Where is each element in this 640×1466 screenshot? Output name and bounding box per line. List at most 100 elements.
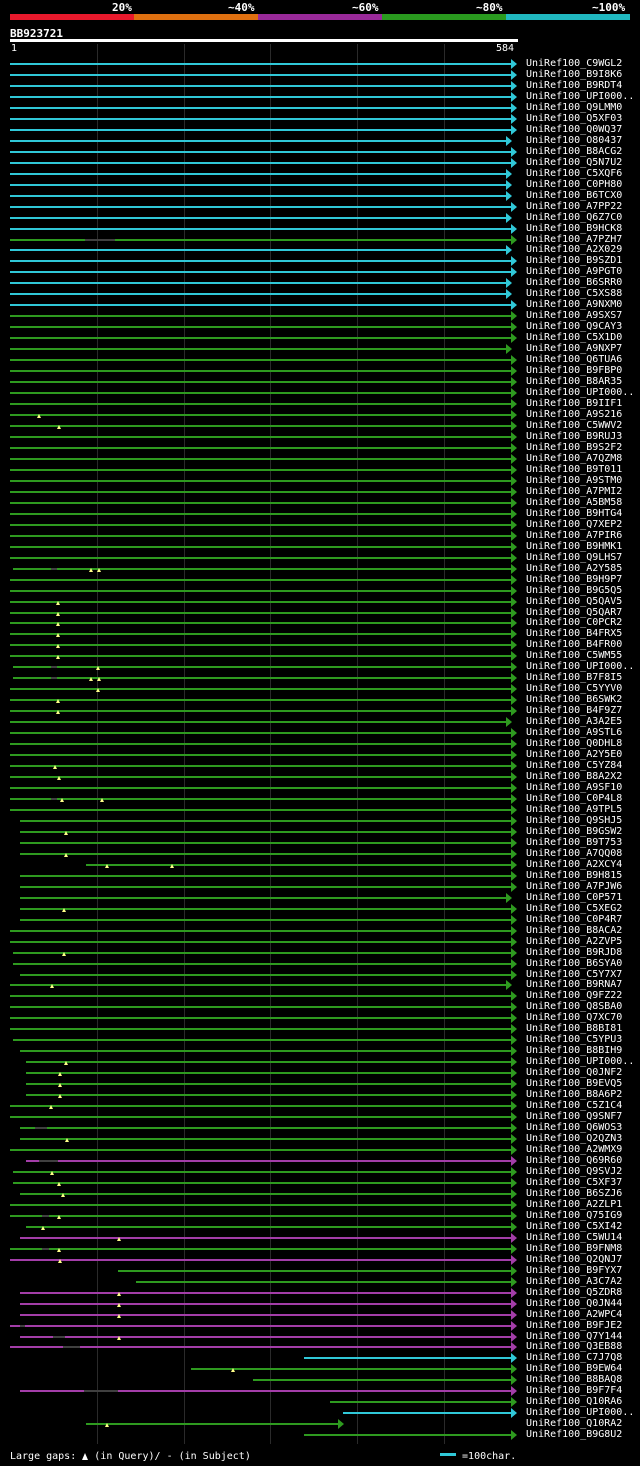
hit-label[interactable]: UniRef100_UPI000..: [526, 91, 634, 102]
hit-bar[interactable]: [10, 546, 512, 548]
hit-label[interactable]: UniRef100_A7PIR6: [526, 530, 622, 541]
hit-bar[interactable]: [10, 315, 512, 317]
hit-bar[interactable]: [343, 1412, 512, 1414]
hit-bar[interactable]: [10, 688, 512, 690]
hit-bar[interactable]: [10, 293, 507, 295]
hit-label[interactable]: UniRef100_C5Z1C4: [526, 1100, 622, 1111]
hit-label[interactable]: UniRef100_B8AR35: [526, 376, 622, 387]
hit-label[interactable]: UniRef100_B9RUJ3: [526, 431, 622, 442]
hit-label[interactable]: UniRef100_B9RJD8: [526, 947, 622, 958]
hit-label[interactable]: UniRef100_A2Y585: [526, 563, 622, 574]
hit-label[interactable]: UniRef100_B4FR00: [526, 639, 622, 650]
hit-label[interactable]: UniRef100_C5XF37: [526, 1177, 622, 1188]
hit-label[interactable]: UniRef100_B9G8U2: [526, 1429, 622, 1440]
hit-label[interactable]: UniRef100_B9F7F4: [526, 1385, 622, 1396]
hit-label[interactable]: UniRef100_B6SRR0: [526, 277, 622, 288]
hit-bar[interactable]: [10, 249, 507, 251]
hit-label[interactable]: UniRef100_B9EVQ5: [526, 1078, 622, 1089]
hit-label[interactable]: UniRef100_Q9LHS7: [526, 552, 622, 563]
hit-bar[interactable]: [10, 118, 512, 120]
hit-label[interactable]: UniRef100_Q5ZDR8: [526, 1287, 622, 1298]
hit-bar[interactable]: [10, 96, 512, 98]
hit-bar[interactable]: [12, 952, 512, 954]
hit-bar[interactable]: [20, 1127, 512, 1129]
hit-label[interactable]: UniRef100_B9HTG4: [526, 508, 622, 519]
hit-label[interactable]: UniRef100_C5X1D0: [526, 332, 622, 343]
hit-label[interactable]: UniRef100_B9S2F2: [526, 442, 622, 453]
hit-bar[interactable]: [10, 809, 512, 811]
hit-label[interactable]: UniRef100_C0PH80: [526, 179, 622, 190]
hit-label[interactable]: UniRef100_Q8SBA0: [526, 1001, 622, 1012]
hit-bar[interactable]: [10, 469, 512, 471]
hit-bar[interactable]: [10, 458, 512, 460]
hit-label[interactable]: UniRef100_B8BI81: [526, 1023, 622, 1034]
hit-bar[interactable]: [10, 601, 512, 603]
hit-label[interactable]: UniRef100_B6TCX0: [526, 190, 622, 201]
hit-bar[interactable]: [10, 129, 512, 131]
hit-label[interactable]: UniRef100_C0P4L8: [526, 793, 622, 804]
hit-label[interactable]: UniRef100_A9NXP7: [526, 343, 622, 354]
hit-label[interactable]: UniRef100_B8A6P2: [526, 1089, 622, 1100]
hit-bar[interactable]: [118, 1270, 512, 1272]
hit-bar[interactable]: [10, 622, 512, 624]
hit-label[interactable]: UniRef100_Q5N7U2: [526, 157, 622, 168]
hit-bar[interactable]: [10, 787, 512, 789]
hit-bar[interactable]: [10, 337, 512, 339]
hit-label[interactable]: UniRef100_O80437: [526, 135, 622, 146]
hit-label[interactable]: UniRef100_Q6Z7C0: [526, 212, 622, 223]
hit-label[interactable]: UniRef100_A3A2E5: [526, 716, 622, 727]
hit-bar[interactable]: [12, 666, 512, 668]
hit-label[interactable]: UniRef100_B9FYX7: [526, 1265, 622, 1276]
hit-bar[interactable]: [10, 271, 512, 273]
hit-bar[interactable]: [86, 1423, 340, 1425]
hit-label[interactable]: UniRef100_B9I8K6: [526, 69, 622, 80]
hit-label[interactable]: UniRef100_Q6TUA6: [526, 354, 622, 365]
hit-bar[interactable]: [10, 984, 507, 986]
hit-label[interactable]: UniRef100_B9H815: [526, 870, 622, 881]
hit-bar[interactable]: [10, 425, 512, 427]
hit-label[interactable]: UniRef100_Q0JN44: [526, 1298, 622, 1309]
hit-bar[interactable]: [10, 557, 512, 559]
hit-label[interactable]: UniRef100_Q9SVJ2: [526, 1166, 622, 1177]
hit-label[interactable]: UniRef100_C5WWV2: [526, 420, 622, 431]
hit-bar[interactable]: [10, 260, 512, 262]
hit-bar[interactable]: [10, 140, 507, 142]
hit-label[interactable]: UniRef100_B9FJE2: [526, 1320, 622, 1331]
hit-bar[interactable]: [10, 1215, 512, 1217]
hit-bar[interactable]: [10, 644, 512, 646]
hit-label[interactable]: UniRef100_B6SWK2: [526, 694, 622, 705]
hit-bar[interactable]: [10, 480, 512, 482]
hit-label[interactable]: UniRef100_C9WGL2: [526, 58, 622, 69]
hit-bar[interactable]: [10, 930, 512, 932]
hit-label[interactable]: UniRef100_Q7XEP2: [526, 519, 622, 530]
hit-label[interactable]: UniRef100_A9STM0: [526, 475, 622, 486]
hit-label[interactable]: UniRef100_A2X029: [526, 244, 622, 255]
hit-label[interactable]: UniRef100_B9RDT4: [526, 80, 622, 91]
hit-label[interactable]: UniRef100_Q10RA6: [526, 1396, 622, 1407]
hit-label[interactable]: UniRef100_Q6WOS3: [526, 1122, 622, 1133]
hit-bar[interactable]: [10, 217, 507, 219]
hit-label[interactable]: UniRef100_A7PMI2: [526, 486, 622, 497]
hit-bar[interactable]: [10, 491, 512, 493]
hit-bar[interactable]: [20, 875, 512, 877]
hit-label[interactable]: UniRef100_B8A2X2: [526, 771, 622, 782]
hit-bar[interactable]: [10, 1259, 512, 1261]
hit-label[interactable]: UniRef100_A7PJW6: [526, 881, 622, 892]
hit-label[interactable]: UniRef100_B9T011: [526, 464, 622, 475]
hit-bar[interactable]: [10, 579, 512, 581]
hit-label[interactable]: UniRef100_A2ZLP1: [526, 1199, 622, 1210]
hit-bar[interactable]: [20, 919, 512, 921]
hit-bar[interactable]: [25, 1094, 512, 1096]
hit-label[interactable]: UniRef100_A7PP22: [526, 201, 622, 212]
hit-bar[interactable]: [10, 282, 507, 284]
hit-bar[interactable]: [10, 699, 512, 701]
hit-label[interactable]: UniRef100_A2Y5E0: [526, 749, 622, 760]
hit-bar[interactable]: [10, 732, 512, 734]
hit-label[interactable]: UniRef100_B9SZD1: [526, 255, 622, 266]
hit-bar[interactable]: [12, 1182, 512, 1184]
hit-label[interactable]: UniRef100_C0P571: [526, 892, 622, 903]
hit-bar[interactable]: [10, 1346, 512, 1348]
hit-label[interactable]: UniRef100_Q7XC70: [526, 1012, 622, 1023]
hit-bar[interactable]: [20, 1303, 512, 1305]
hit-label[interactable]: UniRef100_A9PGT0: [526, 266, 622, 277]
